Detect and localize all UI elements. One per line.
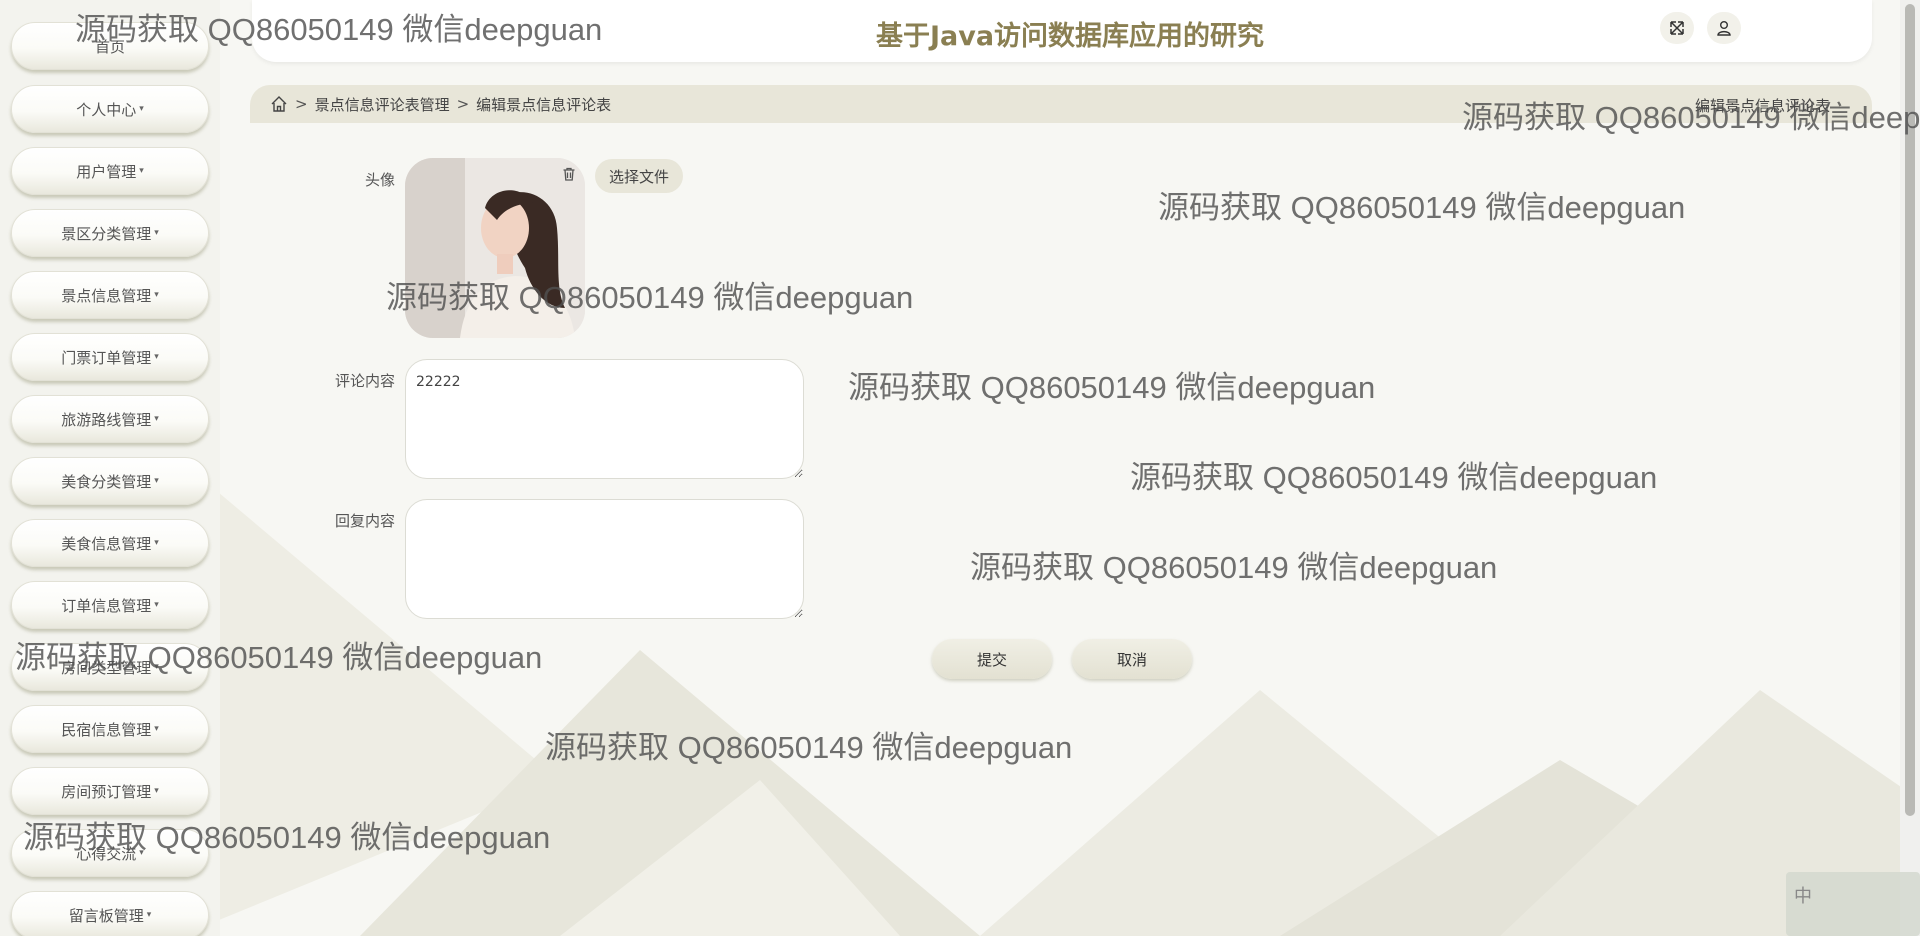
sidebar-item-label: 心得交流 (76, 844, 137, 863)
sidebar-item-label: 订单信息管理 (61, 596, 152, 615)
sidebar-item-label: 美食信息管理 (61, 534, 152, 553)
caret-down-icon: ▾ (154, 228, 159, 238)
sidebar-item-ticket-orders[interactable]: 门票订单管理 ▾ (11, 333, 209, 381)
sidebar-item-home[interactable]: 首页 (11, 22, 209, 70)
sidebar-item-label: 房间预订管理 (61, 782, 152, 801)
sidebar-item-food-info[interactable]: 美食信息管理 ▾ (11, 519, 209, 567)
breadcrumb: > 景点信息评论表管理 > 编辑景点信息评论表 编辑景点信息评论表 (250, 85, 1872, 123)
sidebar-item-label: 个人中心 (76, 100, 137, 119)
sidebar-item-room-booking[interactable]: 房间预订管理 ▾ (11, 767, 209, 815)
sidebar-item-users[interactable]: 用户管理 ▾ (11, 147, 209, 195)
caret-down-icon: ▾ (154, 476, 159, 486)
background-mountains (180, 460, 1920, 936)
user-button[interactable] (1707, 12, 1741, 44)
caret-down-icon: ▾ (154, 414, 159, 424)
vertical-scrollbar[interactable] (1900, 0, 1920, 936)
delete-avatar-button[interactable] (555, 160, 583, 188)
sidebar-item-label: 美食分类管理 (61, 472, 152, 491)
ime-widget[interactable]: 中 (1786, 872, 1920, 936)
sidebar-item-label: 首页 (94, 37, 125, 56)
fullscreen-button[interactable] (1660, 12, 1694, 44)
trash-icon (563, 167, 575, 181)
sidebar-item-label: 旅游路线管理 (61, 410, 152, 429)
caret-down-icon: ▾ (154, 290, 159, 300)
breadcrumb-separator: > (295, 95, 308, 113)
app-title: 基于Java访问数据库应用的研究 (875, 21, 1265, 52)
caret-down-icon: ▾ (154, 724, 159, 734)
sidebar-item-scenic-info[interactable]: 景点信息管理 ▾ (11, 271, 209, 319)
comment-label: 评论内容 (334, 372, 395, 390)
sidebar-item-label: 景区分类管理 (61, 224, 152, 243)
caret-down-icon: ▾ (154, 352, 159, 362)
caret-down-icon: ▾ (154, 662, 159, 672)
reply-label: 回复内容 (334, 512, 395, 530)
cancel-button[interactable]: 取消 (1072, 639, 1192, 679)
sidebar-item-label: 门票订单管理 (61, 348, 152, 367)
sidebar: 首页 个人中心 ▾ 用户管理 ▾ 景区分类管理 ▾ 景点信息管理 ▾ 门票订单管理 ▾ 旅… (0, 0, 220, 936)
choose-file-button[interactable]: 选择文件 (595, 159, 683, 193)
top-header: 基于Java访问数据库应用的研究 (252, 0, 1872, 62)
sidebar-item-message-board[interactable]: 留言板管理 ▾ (11, 891, 209, 936)
sidebar-item-homestay-info[interactable]: 民宿信息管理 ▾ (11, 705, 209, 753)
ime-mode-label: 中 (1794, 886, 1812, 907)
caret-down-icon: ▾ (154, 786, 159, 796)
user-icon (1717, 21, 1731, 36)
sidebar-item-travel-routes[interactable]: 旅游路线管理 ▾ (11, 395, 209, 443)
caret-down-icon: ▾ (139, 166, 144, 176)
breadcrumb-separator: > (456, 95, 470, 113)
submit-button[interactable]: 提交 (932, 639, 1052, 679)
breadcrumb-item-comment-management[interactable]: 景点信息评论表管理 (315, 94, 450, 115)
sidebar-item-order-info[interactable]: 订单信息管理 ▾ (11, 581, 209, 629)
reply-textarea[interactable] (405, 499, 804, 619)
breadcrumb-item-edit-comment: 编辑景点信息评论表 (476, 95, 612, 114)
sidebar-item-label: 景点信息管理 (61, 286, 152, 305)
sidebar-item-label: 民宿信息管理 (61, 720, 152, 739)
fullscreen-icon (1670, 21, 1684, 35)
sidebar-item-label: 用户管理 (76, 162, 137, 181)
sidebar-item-label: 留言板管理 (68, 906, 144, 925)
sidebar-item-food-category[interactable]: 美食分类管理 ▾ (11, 457, 209, 505)
avatar-label: 头像 (364, 171, 395, 189)
home-icon[interactable] (270, 95, 288, 113)
caret-down-icon: ▾ (139, 848, 144, 858)
scrollbar-thumb[interactable] (1905, 4, 1915, 816)
sidebar-item-label: 房间类型管理 (61, 658, 152, 677)
caret-down-icon: ▾ (154, 538, 159, 548)
caret-down-icon: ▾ (139, 104, 144, 114)
sidebar-item-experience[interactable]: 心得交流 ▾ (11, 829, 209, 877)
caret-down-icon: ▾ (154, 600, 159, 610)
comment-textarea[interactable] (405, 359, 804, 479)
sidebar-item-personal-center[interactable]: 个人中心 ▾ (11, 85, 209, 133)
sidebar-item-room-type[interactable]: 房间类型管理 ▾ (11, 643, 209, 691)
caret-down-icon: ▾ (146, 910, 152, 920)
page-title-right: 编辑景点信息评论表 (1694, 97, 1830, 115)
sidebar-item-scenic-category[interactable]: 景区分类管理 ▾ (11, 209, 209, 257)
